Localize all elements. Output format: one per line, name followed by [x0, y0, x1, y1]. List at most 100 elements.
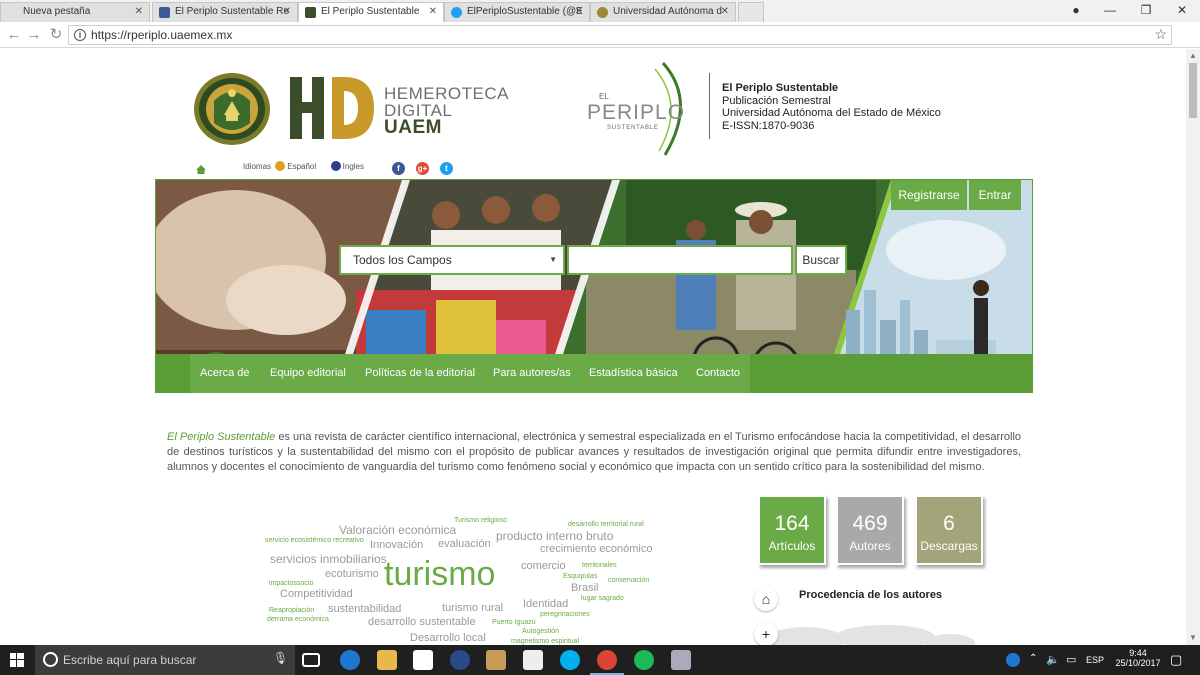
- chevron-up-icon[interactable]: ⌃: [1029, 653, 1037, 664]
- cloud-word[interactable]: evaluación: [438, 538, 491, 550]
- nav-acerca-de[interactable]: Acerca de: [200, 354, 250, 393]
- restore-icon[interactable]: ❐: [1128, 0, 1164, 20]
- cloud-word[interactable]: derrama económica: [267, 616, 329, 623]
- register-button[interactable]: Registrarse: [891, 180, 967, 210]
- close-icon[interactable]: ✕: [429, 3, 437, 21]
- cloud-word[interactable]: Competitividad: [280, 588, 353, 600]
- close-icon[interactable]: ✕: [283, 3, 291, 21]
- app-icon[interactable]: [450, 650, 470, 670]
- stat-autores[interactable]: 469 Autores: [836, 495, 904, 565]
- video-editor-icon[interactable]: [523, 650, 543, 670]
- app-icon[interactable]: [671, 650, 691, 670]
- window-close-icon[interactable]: ✕: [1164, 0, 1200, 20]
- zoom-in-icon[interactable]: +: [754, 622, 778, 645]
- cloud-word[interactable]: crecimiento económico: [540, 543, 653, 555]
- store-icon[interactable]: [413, 650, 433, 670]
- scroll-up-icon[interactable]: ▲: [1186, 49, 1200, 63]
- nav-equipo-editorial[interactable]: Equipo editorial: [270, 354, 346, 393]
- windows-start-icon[interactable]: [10, 653, 24, 667]
- back-arrow-icon[interactable]: ←: [4, 25, 24, 45]
- cloud-word[interactable]: Autogestión: [522, 628, 559, 635]
- twitter-icon[interactable]: t: [440, 162, 453, 175]
- media-icon[interactable]: [486, 650, 506, 670]
- nav-contacto[interactable]: Contacto: [696, 354, 740, 393]
- cloud-word[interactable]: producto interno bruto: [496, 529, 613, 543]
- cloud-word[interactable]: Identidad: [523, 598, 568, 610]
- close-icon[interactable]: ✕: [135, 3, 143, 21]
- spain-flag-icon[interactable]: [275, 161, 286, 171]
- task-view-icon[interactable]: [302, 653, 320, 667]
- info-icon[interactable]: i: [74, 29, 86, 41]
- browser-tab-twitter[interactable]: ElPeriploSustentable (@E ✕: [444, 2, 590, 22]
- cloud-word[interactable]: Turismo religioso: [454, 517, 507, 524]
- scroll-down-icon[interactable]: ▼: [1186, 631, 1200, 645]
- lang-es-link[interactable]: Español: [287, 162, 316, 171]
- close-icon[interactable]: ✕: [575, 3, 583, 21]
- cloud-word[interactable]: conservación: [608, 577, 649, 584]
- scrollbar-thumb[interactable]: [1189, 63, 1197, 118]
- stat-descargas[interactable]: 6 Descargas: [915, 495, 983, 565]
- lang-en-link[interactable]: Ingles: [343, 162, 364, 171]
- cloud-word[interactable]: magnetismo espiritual: [511, 638, 579, 645]
- cloud-word[interactable]: desarrollo sustentable: [368, 616, 476, 628]
- notifications-icon[interactable]: ▢: [1170, 652, 1182, 668]
- cloud-word[interactable]: Innovación: [370, 539, 423, 551]
- cloud-word[interactable]: servicio ecosistémico recreativo: [265, 537, 364, 544]
- nav-politicas[interactable]: Políticas de la editorial: [365, 354, 475, 393]
- cloud-word[interactable]: territoriales: [582, 562, 617, 569]
- clock[interactable]: 9:44 25/10/2017: [1113, 648, 1163, 668]
- profile-icon[interactable]: ●: [1058, 0, 1094, 20]
- cloud-word[interactable]: Puerto Iguazú: [492, 619, 536, 626]
- cloud-word[interactable]: ecoturismo: [325, 568, 379, 580]
- input-language[interactable]: ESP: [1086, 655, 1104, 665]
- chrome-icon[interactable]: [597, 650, 617, 670]
- cloud-word[interactable]: turismo rural: [442, 602, 503, 614]
- microphone-icon[interactable]: 🎙: [273, 651, 288, 665]
- minimize-icon[interactable]: —: [1092, 0, 1128, 20]
- cloud-word[interactable]: peregrinaciones: [540, 611, 590, 618]
- page-scrollbar[interactable]: ▲ ▼: [1186, 49, 1200, 645]
- browser-tab-uaem[interactable]: Universidad Autónoma d ✕: [590, 2, 736, 22]
- skype-icon[interactable]: [560, 650, 580, 670]
- spotify-icon[interactable]: [634, 650, 654, 670]
- cloud-word[interactable]: desarrollo territorial rural: [568, 521, 644, 528]
- home-icon[interactable]: [196, 165, 206, 174]
- file-explorer-icon[interactable]: [377, 650, 397, 670]
- cloud-word[interactable]: Brasil: [571, 582, 599, 594]
- cloud-word[interactable]: Esquipulas: [563, 573, 597, 580]
- volume-icon[interactable]: 🔈: [1046, 653, 1060, 666]
- search-button[interactable]: Buscar: [795, 245, 847, 275]
- cloud-word[interactable]: Reapropiación: [269, 607, 314, 614]
- cloud-word[interactable]: servicios inmobiliarios: [270, 552, 387, 566]
- search-input[interactable]: [567, 245, 793, 275]
- help-icon[interactable]: [1006, 653, 1020, 667]
- uk-flag-icon[interactable]: [330, 161, 341, 171]
- login-button[interactable]: Entrar: [969, 180, 1021, 210]
- reload-icon[interactable]: ↻: [46, 25, 66, 45]
- cloud-word[interactable]: Desarrollo local: [410, 632, 486, 644]
- taskbar-search-box[interactable]: Escribe aquí para buscar 🎙: [35, 645, 295, 675]
- browser-tab-new[interactable]: Nueva pestaña ✕: [0, 2, 150, 22]
- facebook-icon[interactable]: f: [392, 162, 405, 175]
- journal-name-link[interactable]: El Periplo Sustentable: [167, 431, 275, 443]
- edge-icon[interactable]: [340, 650, 360, 670]
- cloud-word[interactable]: Valoración económica: [339, 523, 456, 537]
- close-icon[interactable]: ✕: [721, 3, 729, 21]
- cloud-word[interactable]: sustentabilidad: [328, 603, 401, 615]
- forward-arrow-icon[interactable]: →: [24, 25, 44, 45]
- bookmark-star-icon[interactable]: ☆: [1154, 26, 1167, 43]
- google-plus-icon[interactable]: g+: [416, 162, 429, 175]
- browser-tab-periplo[interactable]: El Periplo Sustentable ✕: [298, 2, 444, 22]
- cloud-word[interactable]: lugar sagrado: [581, 595, 624, 602]
- search-field-select[interactable]: Todos los Campos ▼: [339, 245, 565, 275]
- new-tab-button[interactable]: [738, 2, 764, 22]
- stat-articulos[interactable]: 164 Artículos: [758, 495, 826, 565]
- network-icon[interactable]: ▭: [1066, 653, 1076, 666]
- cloud-word[interactable]: impactossocio: [269, 580, 313, 587]
- nav-para-autores[interactable]: Para autores/as: [493, 354, 571, 393]
- home-icon[interactable]: ⌂: [754, 587, 778, 611]
- cloud-word-main[interactable]: turismo: [384, 555, 495, 594]
- nav-estadistica[interactable]: Estadística básica: [589, 354, 678, 393]
- address-bar[interactable]: i https://rperiplo.uaemex.mx ☆: [68, 25, 1172, 45]
- browser-tab-facebook[interactable]: El Periplo Sustentable Re ✕: [152, 2, 298, 22]
